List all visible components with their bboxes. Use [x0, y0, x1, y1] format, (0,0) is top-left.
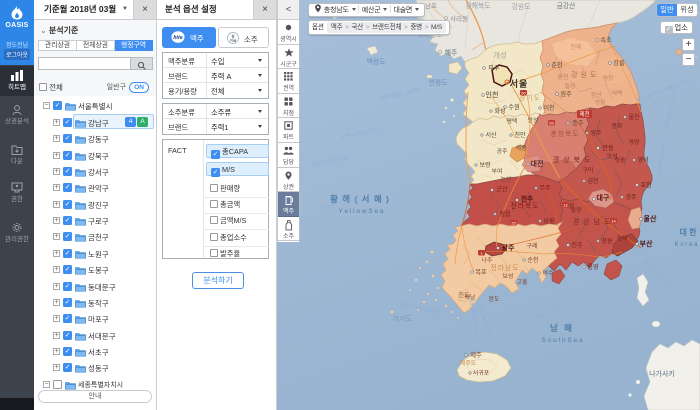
- svg-text:나가사키: 나가사키: [649, 369, 675, 378]
- svg-text:안동: 안동: [602, 143, 614, 152]
- svg-text:천안: 천안: [514, 131, 526, 139]
- svg-text:개성: 개성: [493, 50, 507, 60]
- svg-text:서울: 서울: [510, 78, 529, 89]
- svg-text:화성: 화성: [494, 107, 505, 115]
- svg-text:강 원 도: 강 원 도: [571, 70, 597, 79]
- svg-text:남원: 남원: [543, 217, 554, 225]
- svg-text:원주: 원주: [560, 89, 572, 98]
- svg-text:12: 12: [563, 202, 568, 207]
- svg-text:진주: 진주: [571, 240, 583, 249]
- svg-text:Y e l l o w S e a: Y e l l o w S e a: [338, 208, 383, 215]
- svg-text:금강산: 금강산: [557, 1, 576, 10]
- svg-text:인천: 인천: [486, 90, 499, 99]
- svg-text:연평도: 연평도: [428, 78, 448, 87]
- svg-text:이천: 이천: [543, 104, 554, 112]
- svg-text:전라남도: 전라남도: [490, 263, 519, 272]
- svg-text:25: 25: [511, 220, 516, 225]
- svg-text:K o r e a: K o r e a: [675, 242, 698, 248]
- svg-text:완도: 완도: [488, 295, 500, 303]
- svg-text:구례: 구례: [526, 242, 537, 250]
- svg-text:논산: 논산: [501, 175, 512, 183]
- svg-text:경 상 북 도: 경 상 북 도: [553, 155, 592, 164]
- svg-text:파주: 파주: [488, 64, 500, 72]
- svg-text:봉화: 봉화: [612, 123, 623, 130]
- svg-text:S o u t h S e a: S o u t h S e a: [541, 337, 583, 344]
- svg-text:군산: 군산: [496, 184, 508, 193]
- svg-text:정선: 정선: [590, 91, 601, 99]
- svg-text:제주도: 제주도: [460, 359, 477, 367]
- svg-text:남포: 남포: [425, 1, 437, 10]
- svg-text:50: 50: [521, 90, 526, 95]
- svg-text:서산: 서산: [485, 131, 497, 139]
- svg-text:안성: 안성: [528, 116, 539, 124]
- svg-text:대전: 대전: [531, 159, 544, 168]
- svg-text:이슬: 이슬: [230, 38, 237, 43]
- svg-text:사리원: 사리원: [450, 14, 468, 23]
- svg-text:대 한: 대 한: [680, 227, 698, 237]
- svg-text:강원도: 강원도: [512, 2, 531, 11]
- svg-text:울진: 울진: [628, 113, 639, 121]
- svg-text:55: 55: [549, 120, 554, 125]
- svg-text:부여: 부여: [492, 167, 503, 175]
- svg-text:홍천: 홍천: [557, 73, 568, 81]
- svg-text:울산: 울산: [644, 214, 657, 223]
- svg-text:백령도: 백령도: [366, 57, 386, 66]
- svg-text:나주: 나주: [482, 256, 493, 264]
- svg-text:평창: 평창: [603, 74, 614, 82]
- svg-text:춘천: 춘천: [551, 60, 563, 69]
- svg-text:해주: 해주: [445, 48, 458, 57]
- svg-text:대구: 대구: [597, 193, 610, 202]
- svg-text:영월: 영월: [595, 98, 606, 106]
- svg-text:여수: 여수: [542, 269, 554, 277]
- svg-text:태백: 태백: [612, 89, 623, 97]
- svg-text:김천: 김천: [587, 177, 598, 185]
- svg-text:순천: 순천: [527, 256, 538, 264]
- svg-text:공주: 공주: [497, 148, 508, 155]
- svg-text:목포: 목포: [475, 268, 487, 276]
- svg-text:정읍: 정읍: [499, 211, 511, 218]
- svg-text:충주: 충주: [572, 118, 584, 127]
- svg-text:경주: 경주: [625, 194, 637, 201]
- svg-text:평택: 평택: [507, 117, 518, 125]
- svg-text:영덕: 영덕: [637, 156, 648, 164]
- svg-text:부산: 부산: [640, 239, 653, 248]
- svg-text:전주: 전주: [521, 194, 533, 203]
- svg-text:무주: 무주: [539, 185, 551, 192]
- svg-text:포항: 포항: [640, 180, 652, 189]
- svg-text:고흥: 고흥: [516, 278, 528, 286]
- svg-text:14: 14: [611, 218, 616, 223]
- svg-text:영양: 영양: [629, 138, 640, 146]
- svg-text:횡성: 횡성: [565, 82, 576, 90]
- svg-text:영주: 영주: [590, 129, 602, 137]
- svg-text:김해: 김해: [617, 234, 628, 242]
- svg-text:남 해: 남 해: [550, 323, 574, 333]
- svg-text:경 상 남 도: 경 상 남 도: [573, 217, 612, 226]
- svg-text:보령: 보령: [479, 161, 490, 169]
- svg-text:속초: 속초: [600, 36, 612, 44]
- svg-text:전라북도: 전라북도: [510, 201, 539, 210]
- svg-text:hite: hite: [173, 35, 182, 41]
- svg-text:제주: 제주: [470, 351, 482, 359]
- svg-text:세종: 세종: [515, 144, 527, 152]
- svg-text:가거도: 가거도: [392, 314, 412, 323]
- svg-text:구미: 구미: [583, 166, 594, 174]
- svg-text:창원: 창원: [601, 237, 612, 245]
- svg-text:제천: 제천: [579, 110, 589, 118]
- svg-text:의성: 의성: [607, 152, 618, 160]
- svg-text:광주: 광주: [502, 243, 515, 252]
- svg-text:수원: 수원: [508, 102, 520, 111]
- svg-text:인제: 인제: [570, 43, 581, 51]
- svg-text:황해북도: 황해북도: [465, 1, 490, 10]
- svg-text:충청북도: 충청북도: [550, 129, 579, 138]
- svg-text:서귀포: 서귀포: [473, 369, 490, 377]
- svg-text:강릉: 강릉: [613, 58, 625, 67]
- svg-text:보성: 보성: [503, 272, 514, 280]
- svg-text:통영: 통영: [587, 263, 598, 271]
